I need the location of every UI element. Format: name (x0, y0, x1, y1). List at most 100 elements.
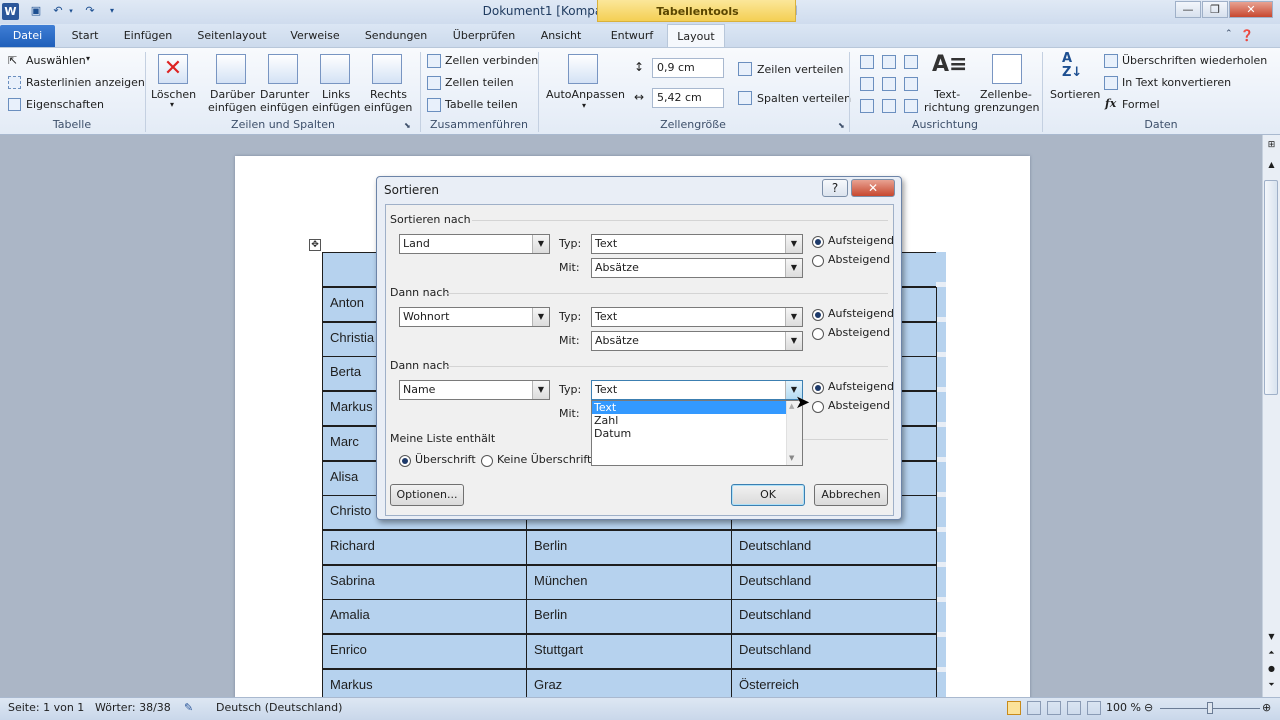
darueber-label-2[interactable]: einfügen (208, 101, 256, 114)
scrollbar-thumb[interactable] (1264, 180, 1278, 395)
tab-start[interactable]: Start (62, 24, 108, 48)
scroll-up-icon[interactable]: ▲ (1265, 160, 1278, 169)
cancel-button[interactable]: Abbrechen (814, 484, 888, 506)
sort-field-1-select[interactable]: Land ▼ (399, 234, 550, 254)
full-screen-view-icon[interactable] (1027, 701, 1041, 715)
darunter-label-2[interactable]: einfügen (260, 101, 308, 114)
previous-page-icon[interactable]: ⏶ (1265, 648, 1278, 658)
help-icon[interactable]: ❓ (1240, 29, 1254, 42)
table-cell[interactable]: Deutschland (731, 564, 937, 600)
sort-type-1-select[interactable]: Text ▼ (591, 234, 803, 254)
draft-view-icon[interactable] (1087, 701, 1101, 715)
print-layout-view-icon[interactable] (1007, 701, 1021, 715)
table-row[interactable]: Richard Berlin Deutschland (322, 529, 937, 565)
ascending-3-label[interactable]: Aufsteigend (828, 380, 894, 393)
align-top-left-icon[interactable] (860, 55, 874, 69)
zellenbegrenzungen-label-1[interactable]: Zellenbe- (980, 88, 1032, 101)
chevron-down-icon[interactable]: ▼ (785, 308, 802, 326)
table-cell[interactable]: Enrico (322, 634, 527, 669)
table-cell[interactable]: Richard (322, 529, 527, 565)
tabelle-teilen-button[interactable]: Tabelle teilen (445, 98, 518, 111)
autoanpassen-dropdown-icon[interactable]: ▾ (582, 101, 586, 110)
row-height-input[interactable]: 0,9 cm (652, 58, 724, 78)
close-window-button[interactable]: ✕ (1229, 1, 1273, 18)
dropdown-option-zahl[interactable]: Zahl (592, 414, 786, 427)
align-middle-right-icon[interactable] (904, 77, 918, 91)
align-top-right-icon[interactable] (904, 55, 918, 69)
chevron-down-icon[interactable]: ▼ (785, 235, 802, 253)
table-cell[interactable]: München (526, 564, 732, 600)
next-page-icon[interactable]: ⏷ (1265, 680, 1278, 690)
table-cell[interactable]: Deutschland (731, 599, 937, 635)
align-top-center-icon[interactable] (882, 55, 896, 69)
table-cell[interactable]: Deutschland (731, 634, 937, 669)
minimize-button[interactable]: — (1175, 1, 1201, 18)
descending-3-label[interactable]: Absteigend (828, 399, 890, 412)
dialog-launcher-icon[interactable]: ⬊ (838, 121, 845, 130)
table-cell[interactable]: Berlin (526, 599, 732, 635)
rechts-label-2[interactable]: einfügen (364, 101, 412, 114)
rechts-label-1[interactable]: Rechts (370, 88, 407, 101)
chevron-down-icon[interactable]: ▼ (532, 235, 549, 253)
page-count[interactable]: Seite: 1 von 1 (8, 701, 84, 714)
proofing-icon[interactable]: ✎ (184, 701, 193, 714)
in-text-konvertieren-button[interactable]: In Text konvertieren (1122, 76, 1231, 89)
word-count[interactable]: Wörter: 38/38 (95, 701, 171, 714)
table-cell[interactable]: Amalia (322, 599, 527, 635)
align-bottom-center-icon[interactable] (882, 99, 896, 113)
table-move-handle-icon[interactable]: ✥ (309, 239, 321, 251)
cell-margins-icon[interactable] (992, 54, 1022, 84)
descending-2-label[interactable]: Absteigend (828, 326, 890, 339)
ascending-2-radio[interactable] (812, 309, 824, 321)
dialog-close-button[interactable]: ✕ (851, 179, 895, 197)
sort-using-1-select[interactable]: Absätze ▼ (591, 258, 803, 278)
header-row-label[interactable]: Überschrift (415, 453, 476, 466)
dialog-launcher-icon[interactable]: ⬊ (404, 121, 411, 130)
darunter-label-1[interactable]: Darunter (260, 88, 309, 101)
textrichtung-label-2[interactable]: richtung (924, 101, 970, 114)
help-button[interactable]: ? (822, 179, 848, 197)
language-status[interactable]: Deutsch (Deutschland) (216, 701, 342, 714)
table-cell[interactable]: Sabrina (322, 564, 527, 600)
loeschen-dropdown-icon[interactable]: ▾ (170, 100, 174, 109)
autofit-icon[interactable] (568, 54, 598, 84)
sort-type-3-select[interactable]: Text ▼ (591, 380, 803, 400)
zoom-out-icon[interactable]: ⊖ (1144, 701, 1153, 714)
dropdown-option-datum[interactable]: Datum (592, 427, 786, 440)
tab-ueberpruefen[interactable]: Überprüfen (444, 24, 524, 48)
align-middle-center-icon[interactable] (882, 77, 896, 91)
header-row-radio[interactable] (399, 455, 411, 467)
tab-datei[interactable]: Datei (0, 25, 55, 47)
table-cell[interactable]: Berlin (526, 529, 732, 565)
auswaehlen-button[interactable]: Auswählen (26, 54, 86, 67)
minimize-ribbon-icon[interactable]: ⌃ (1225, 29, 1233, 39)
darueber-label-1[interactable]: Darüber (210, 88, 255, 101)
chevron-down-icon[interactable]: ▼ (532, 381, 549, 399)
insert-below-icon[interactable] (268, 54, 298, 84)
table-row[interactable]: Enrico Stuttgart Deutschland (322, 634, 937, 669)
spalten-verteilen-button[interactable]: Spalten verteilen (757, 92, 851, 105)
ascending-1-radio[interactable] (812, 236, 824, 248)
outline-view-icon[interactable] (1067, 701, 1081, 715)
no-header-row-label[interactable]: Keine Überschrift (497, 453, 591, 466)
insert-above-icon[interactable] (216, 54, 246, 84)
auswaehlen-dropdown-icon[interactable]: ▾ (86, 54, 90, 63)
web-layout-view-icon[interactable] (1047, 701, 1061, 715)
descending-1-radio[interactable] (812, 255, 824, 267)
zellenbegrenzungen-label-2[interactable]: grenzungen (974, 101, 1039, 114)
text-direction-icon[interactable]: A≡ (932, 52, 967, 77)
chevron-down-icon[interactable]: ▼ (785, 332, 802, 350)
zoom-in-icon[interactable]: ⊕ (1262, 701, 1271, 714)
textrichtung-label-1[interactable]: Text- (934, 88, 960, 101)
delete-icon[interactable]: ✕ (158, 54, 188, 84)
eigenschaften-button[interactable]: Eigenschaften (26, 98, 104, 111)
autoanpassen-button[interactable]: AutoAnpassen (546, 88, 625, 101)
table-cell[interactable]: Deutschland (731, 529, 937, 565)
tab-verweise[interactable]: Verweise (284, 24, 346, 48)
tab-einfuegen[interactable]: Einfügen (116, 24, 180, 48)
descending-3-radio[interactable] (812, 401, 824, 413)
column-width-input[interactable]: 5,42 cm (652, 88, 724, 108)
insert-right-icon[interactable] (372, 54, 402, 84)
align-bottom-right-icon[interactable] (904, 99, 918, 113)
chevron-down-icon[interactable]: ▼ (785, 259, 802, 277)
